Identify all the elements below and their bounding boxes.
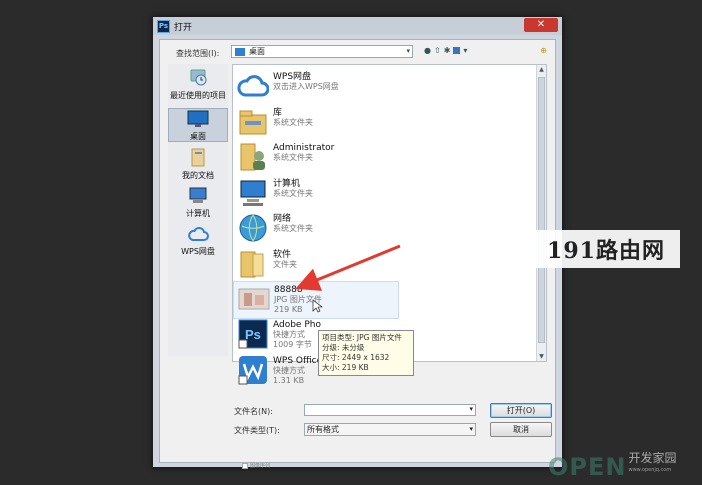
- up-folder-icon[interactable]: ⇧: [434, 46, 441, 55]
- lookin-dropdown[interactable]: 桌面 ▾: [231, 45, 413, 58]
- dialog-body: 查找范围(I): 桌面 ▾ ● ⇧ ✱ ▾ ⊕ 最近使用的项目 桌面 我的文档 …: [159, 39, 556, 469]
- lookin-label: 查找范围(I):: [176, 49, 220, 58]
- file-name: 88888: [274, 285, 303, 295]
- lookin-value: 桌面: [249, 47, 265, 56]
- title-bar[interactable]: Ps 打开 ✕: [153, 17, 562, 35]
- file-item-software[interactable]: 软件 文件夹: [233, 247, 533, 281]
- filetype-label: 文件类型(T):: [234, 426, 280, 435]
- filename-label: 文件名(N):: [234, 407, 273, 416]
- extra-options-icon[interactable]: ⊕: [540, 46, 547, 55]
- file-size: 219 KB: [274, 305, 303, 314]
- computer-icon: [237, 177, 269, 209]
- watermark-open-text: OPEN: [548, 453, 627, 481]
- recent-items-icon: [186, 68, 210, 88]
- close-button[interactable]: ✕: [524, 18, 558, 32]
- nav-toolbar: ● ⇧ ✱ ▾: [424, 46, 467, 55]
- open-file-dialog: Ps 打开 ✕ 查找范围(I): 桌面 ▾ ● ⇧ ✱ ▾ ⊕ 最近使用的项目: [152, 16, 563, 469]
- window-title: 打开: [174, 22, 193, 33]
- view-menu-icon[interactable]: [453, 47, 461, 54]
- file-list[interactable]: WPS网盘 双击进入WPS网盘 库系统文件夹 Administrator 系统文件夹…: [232, 64, 547, 385]
- tooltip-dimensions: 尺寸: 2449 x 1632: [322, 353, 390, 362]
- desktop-folder-icon: [235, 47, 245, 56]
- file-type: 系统文件夹: [273, 224, 313, 233]
- image-thumbnail-icon: [238, 283, 270, 315]
- file-name: 网络: [273, 214, 292, 224]
- file-type: 快捷方式: [273, 330, 305, 339]
- file-info-tooltip: 项目类型: JPG 图片文件 分级: 未分级 尺寸: 2449 x 1632 大…: [318, 330, 414, 376]
- file-item-wps-cloud[interactable]: WPS网盘 双击进入WPS网盘: [233, 69, 533, 103]
- tooltip-size: 大小: 219 KB: [322, 363, 369, 372]
- file-type: 系统文件夹: [273, 118, 313, 127]
- file-name: Administrator: [273, 143, 335, 153]
- file-type: 文件夹: [273, 260, 297, 269]
- file-type: 系统文件夹: [273, 153, 313, 162]
- place-wps-cloud[interactable]: WPS网盘: [168, 224, 228, 258]
- back-icon[interactable]: ●: [424, 46, 431, 55]
- filetype-select[interactable]: 所有格式 ▾: [304, 423, 476, 436]
- wps-icon: [237, 354, 269, 386]
- file-item-network[interactable]: 网络 系统文件夹: [233, 211, 533, 245]
- file-name: WPS网盘: [273, 72, 312, 82]
- computer-icon: [186, 186, 210, 206]
- desktop-icon: [186, 109, 210, 129]
- scroll-up-icon[interactable]: ▲: [537, 66, 546, 73]
- place-computer[interactable]: 计算机: [168, 186, 228, 220]
- new-folder-icon[interactable]: ✱: [444, 46, 451, 55]
- chevron-down-icon[interactable]: ▾: [469, 405, 473, 413]
- library-icon: [237, 106, 269, 138]
- tooltip-rating: 分级: 未分级: [322, 343, 365, 352]
- documents-icon: [186, 148, 210, 168]
- file-type: 系统文件夹: [273, 189, 313, 198]
- folder-icon: [237, 248, 269, 280]
- file-type: 双击进入WPS网盘: [273, 82, 339, 91]
- photoshop-logo-icon: Ps: [157, 19, 170, 33]
- place-label: WPS网盘: [181, 247, 215, 256]
- place-recent[interactable]: 最近使用的项目: [168, 68, 228, 106]
- file-type: 快捷方式: [273, 366, 305, 375]
- file-item-administrator[interactable]: Administrator 系统文件夹: [233, 140, 533, 174]
- watermark-191router: 191路由网: [532, 230, 680, 268]
- watermark-open-devhome: OPEN 开发家园 www.openjq.com: [548, 452, 677, 481]
- cloud-icon: [186, 224, 210, 244]
- view-chevron-icon[interactable]: ▾: [463, 46, 467, 55]
- file-name: 库: [273, 108, 283, 118]
- vertical-scrollbar[interactable]: ▲ ▼: [536, 65, 546, 361]
- place-label: 最近使用的项目: [170, 91, 226, 100]
- user-folder-icon: [237, 141, 269, 173]
- open-button[interactable]: 打开(O): [490, 403, 552, 418]
- file-item-computer[interactable]: 计算机 系统文件夹: [233, 176, 533, 210]
- file-item-88888[interactable]: 88888 JPG 图片文件 219 KB: [233, 281, 399, 319]
- watermark-url-text: www.openjq.com: [628, 467, 672, 473]
- photoshop-icon: Ps: [237, 318, 269, 350]
- file-name: 软件: [273, 250, 292, 260]
- place-label: 计算机: [186, 209, 210, 218]
- tooltip-type: 项目类型: JPG 图片文件: [322, 333, 402, 342]
- watermark-cn-text: 开发家园: [628, 451, 677, 465]
- places-sidebar: 最近使用的项目 桌面 我的文档 计算机 WPS网盘: [168, 64, 228, 356]
- place-desktop[interactable]: 桌面: [168, 108, 228, 142]
- scroll-thumb[interactable]: [538, 77, 545, 343]
- scroll-down-icon[interactable]: ▼: [537, 353, 546, 360]
- place-label: 桌面: [190, 132, 206, 141]
- image-sequence-checkbox[interactable]: 图像序列: [242, 462, 270, 469]
- cancel-button[interactable]: 取消: [490, 422, 552, 437]
- file-name: 计算机: [273, 179, 301, 189]
- filename-input[interactable]: ▾: [304, 404, 476, 416]
- file-name: WPS Office: [273, 356, 323, 366]
- cloud-icon: [237, 70, 269, 102]
- file-item-library[interactable]: 库系统文件夹: [233, 105, 533, 139]
- chevron-down-icon[interactable]: ▾: [469, 424, 473, 435]
- file-size: 1.31 KB: [273, 376, 305, 385]
- chevron-down-icon[interactable]: ▾: [406, 47, 410, 55]
- file-size: 1009 字节: [273, 340, 312, 349]
- checkbox-box[interactable]: [242, 462, 248, 469]
- file-type: JPG 图片文件: [274, 295, 322, 304]
- file-name: Adobe Pho: [273, 320, 321, 330]
- network-icon: [237, 212, 269, 244]
- sequence-label: 图像序列: [250, 463, 271, 469]
- place-label: 我的文档: [182, 171, 214, 180]
- filetype-value: 所有格式: [307, 425, 339, 434]
- place-documents[interactable]: 我的文档: [168, 148, 228, 182]
